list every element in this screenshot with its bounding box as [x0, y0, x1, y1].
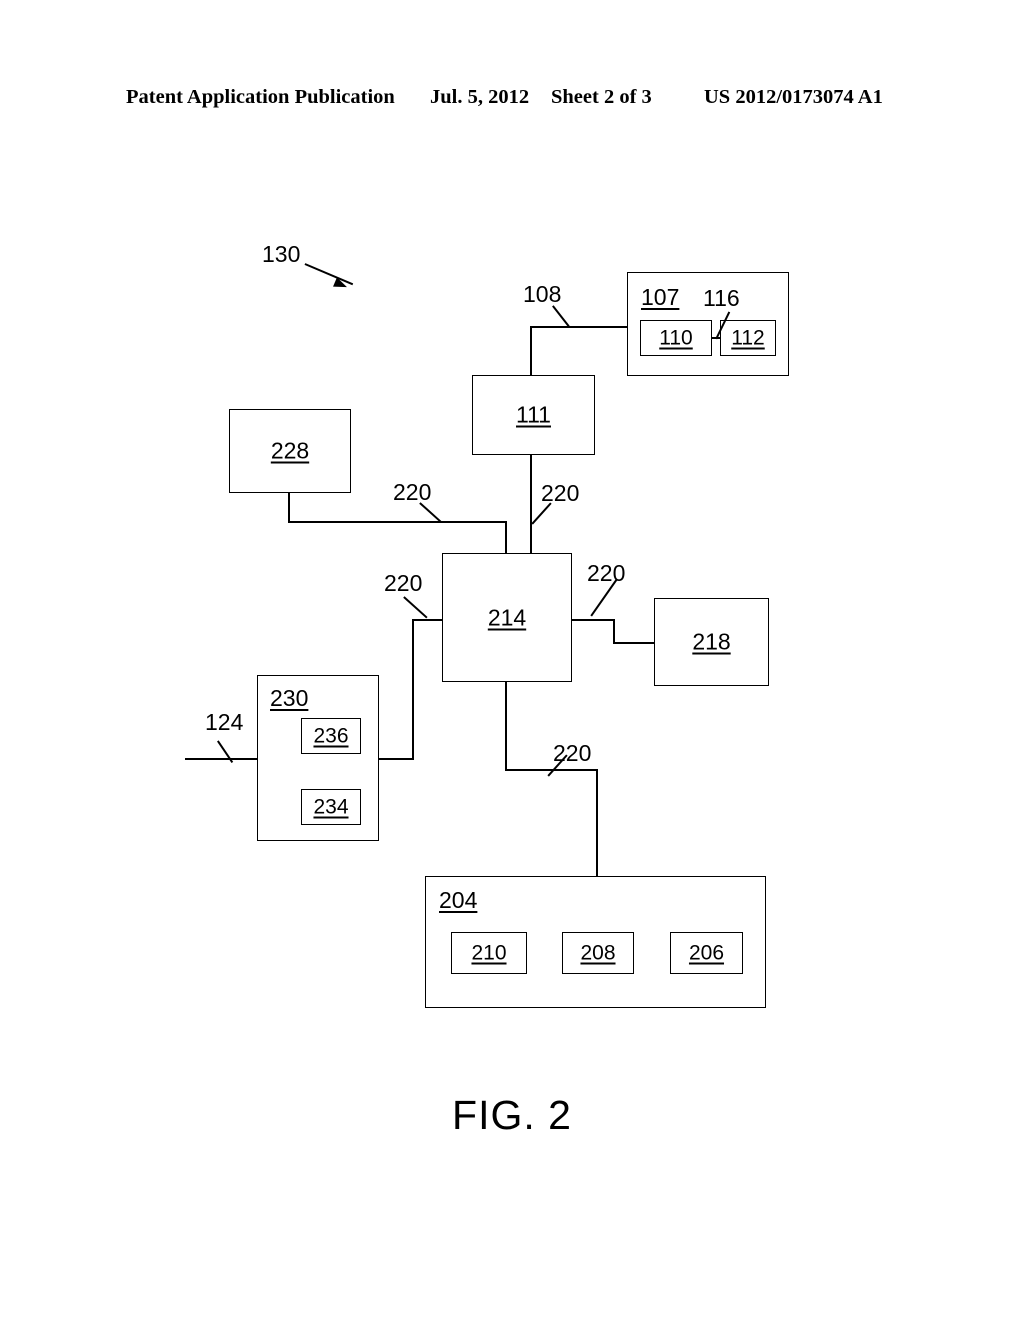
connector-214-204-vertical-1 [505, 681, 507, 770]
connector-214-204-vertical-2 [596, 769, 598, 877]
block-218-label: 218 [692, 628, 731, 655]
connector-228-vertical-1 [288, 493, 290, 522]
block-214: 214 [442, 553, 572, 682]
connector-214-218-vertical [613, 619, 615, 644]
block-204-label: 204 [439, 887, 478, 913]
ref-label-220-right: 220 [587, 560, 626, 586]
lead-line-220-left [403, 596, 428, 619]
ref-label-116: 116 [703, 285, 740, 311]
ref-label-220-top: 220 [541, 480, 580, 506]
ref-label-124: 124 [205, 709, 244, 735]
connector-214-218-horizontal-1 [571, 619, 614, 621]
callout-130-arrowhead [333, 277, 349, 292]
block-214-label: 214 [487, 604, 527, 630]
connector-228-vertical-2 [505, 521, 507, 554]
block-111: 111 [472, 375, 595, 455]
block-107-label: 107 [641, 284, 680, 310]
block-234-label: 234 [313, 795, 349, 819]
block-208-label: 208 [580, 941, 616, 965]
block-210-label: 210 [471, 941, 507, 965]
block-210: 210 [451, 932, 527, 974]
block-236: 236 [301, 718, 361, 754]
connector-124 [185, 758, 258, 760]
block-228: 228 [229, 409, 351, 493]
ref-label-130: 130 [262, 241, 301, 267]
figure-caption: FIG. 2 [452, 1092, 572, 1138]
lead-line-220-upper-left [419, 502, 442, 523]
block-206-label: 206 [688, 941, 725, 965]
block-228-label: 228 [270, 437, 310, 464]
connector-230-214-horizontal-1 [378, 758, 414, 760]
ref-label-220-left: 220 [384, 570, 423, 596]
connector-108-vertical [530, 326, 532, 376]
block-236-label: 236 [313, 724, 349, 748]
connector-228-horizontal [288, 521, 507, 523]
connector-111-214 [530, 455, 532, 554]
block-208: 208 [562, 932, 634, 974]
block-206: 206 [670, 932, 743, 974]
connector-230-214-horizontal-2 [412, 619, 443, 621]
connector-108-horizontal [530, 326, 628, 328]
connector-230-214-vertical [412, 619, 414, 759]
block-218: 218 [654, 598, 769, 686]
lead-line-108 [552, 305, 570, 327]
connector-214-218-horizontal-2 [613, 642, 655, 644]
block-111-label: 111 [516, 401, 551, 428]
ref-label-220-upper-left: 220 [393, 479, 432, 505]
block-230-label: 230 [270, 685, 309, 711]
ref-label-108: 108 [523, 281, 562, 307]
block-112-label: 112 [731, 326, 765, 350]
block-110: 110 [640, 320, 712, 356]
block-112: 112 [720, 320, 776, 356]
block-110-label: 110 [659, 326, 693, 350]
block-234: 234 [301, 789, 361, 825]
